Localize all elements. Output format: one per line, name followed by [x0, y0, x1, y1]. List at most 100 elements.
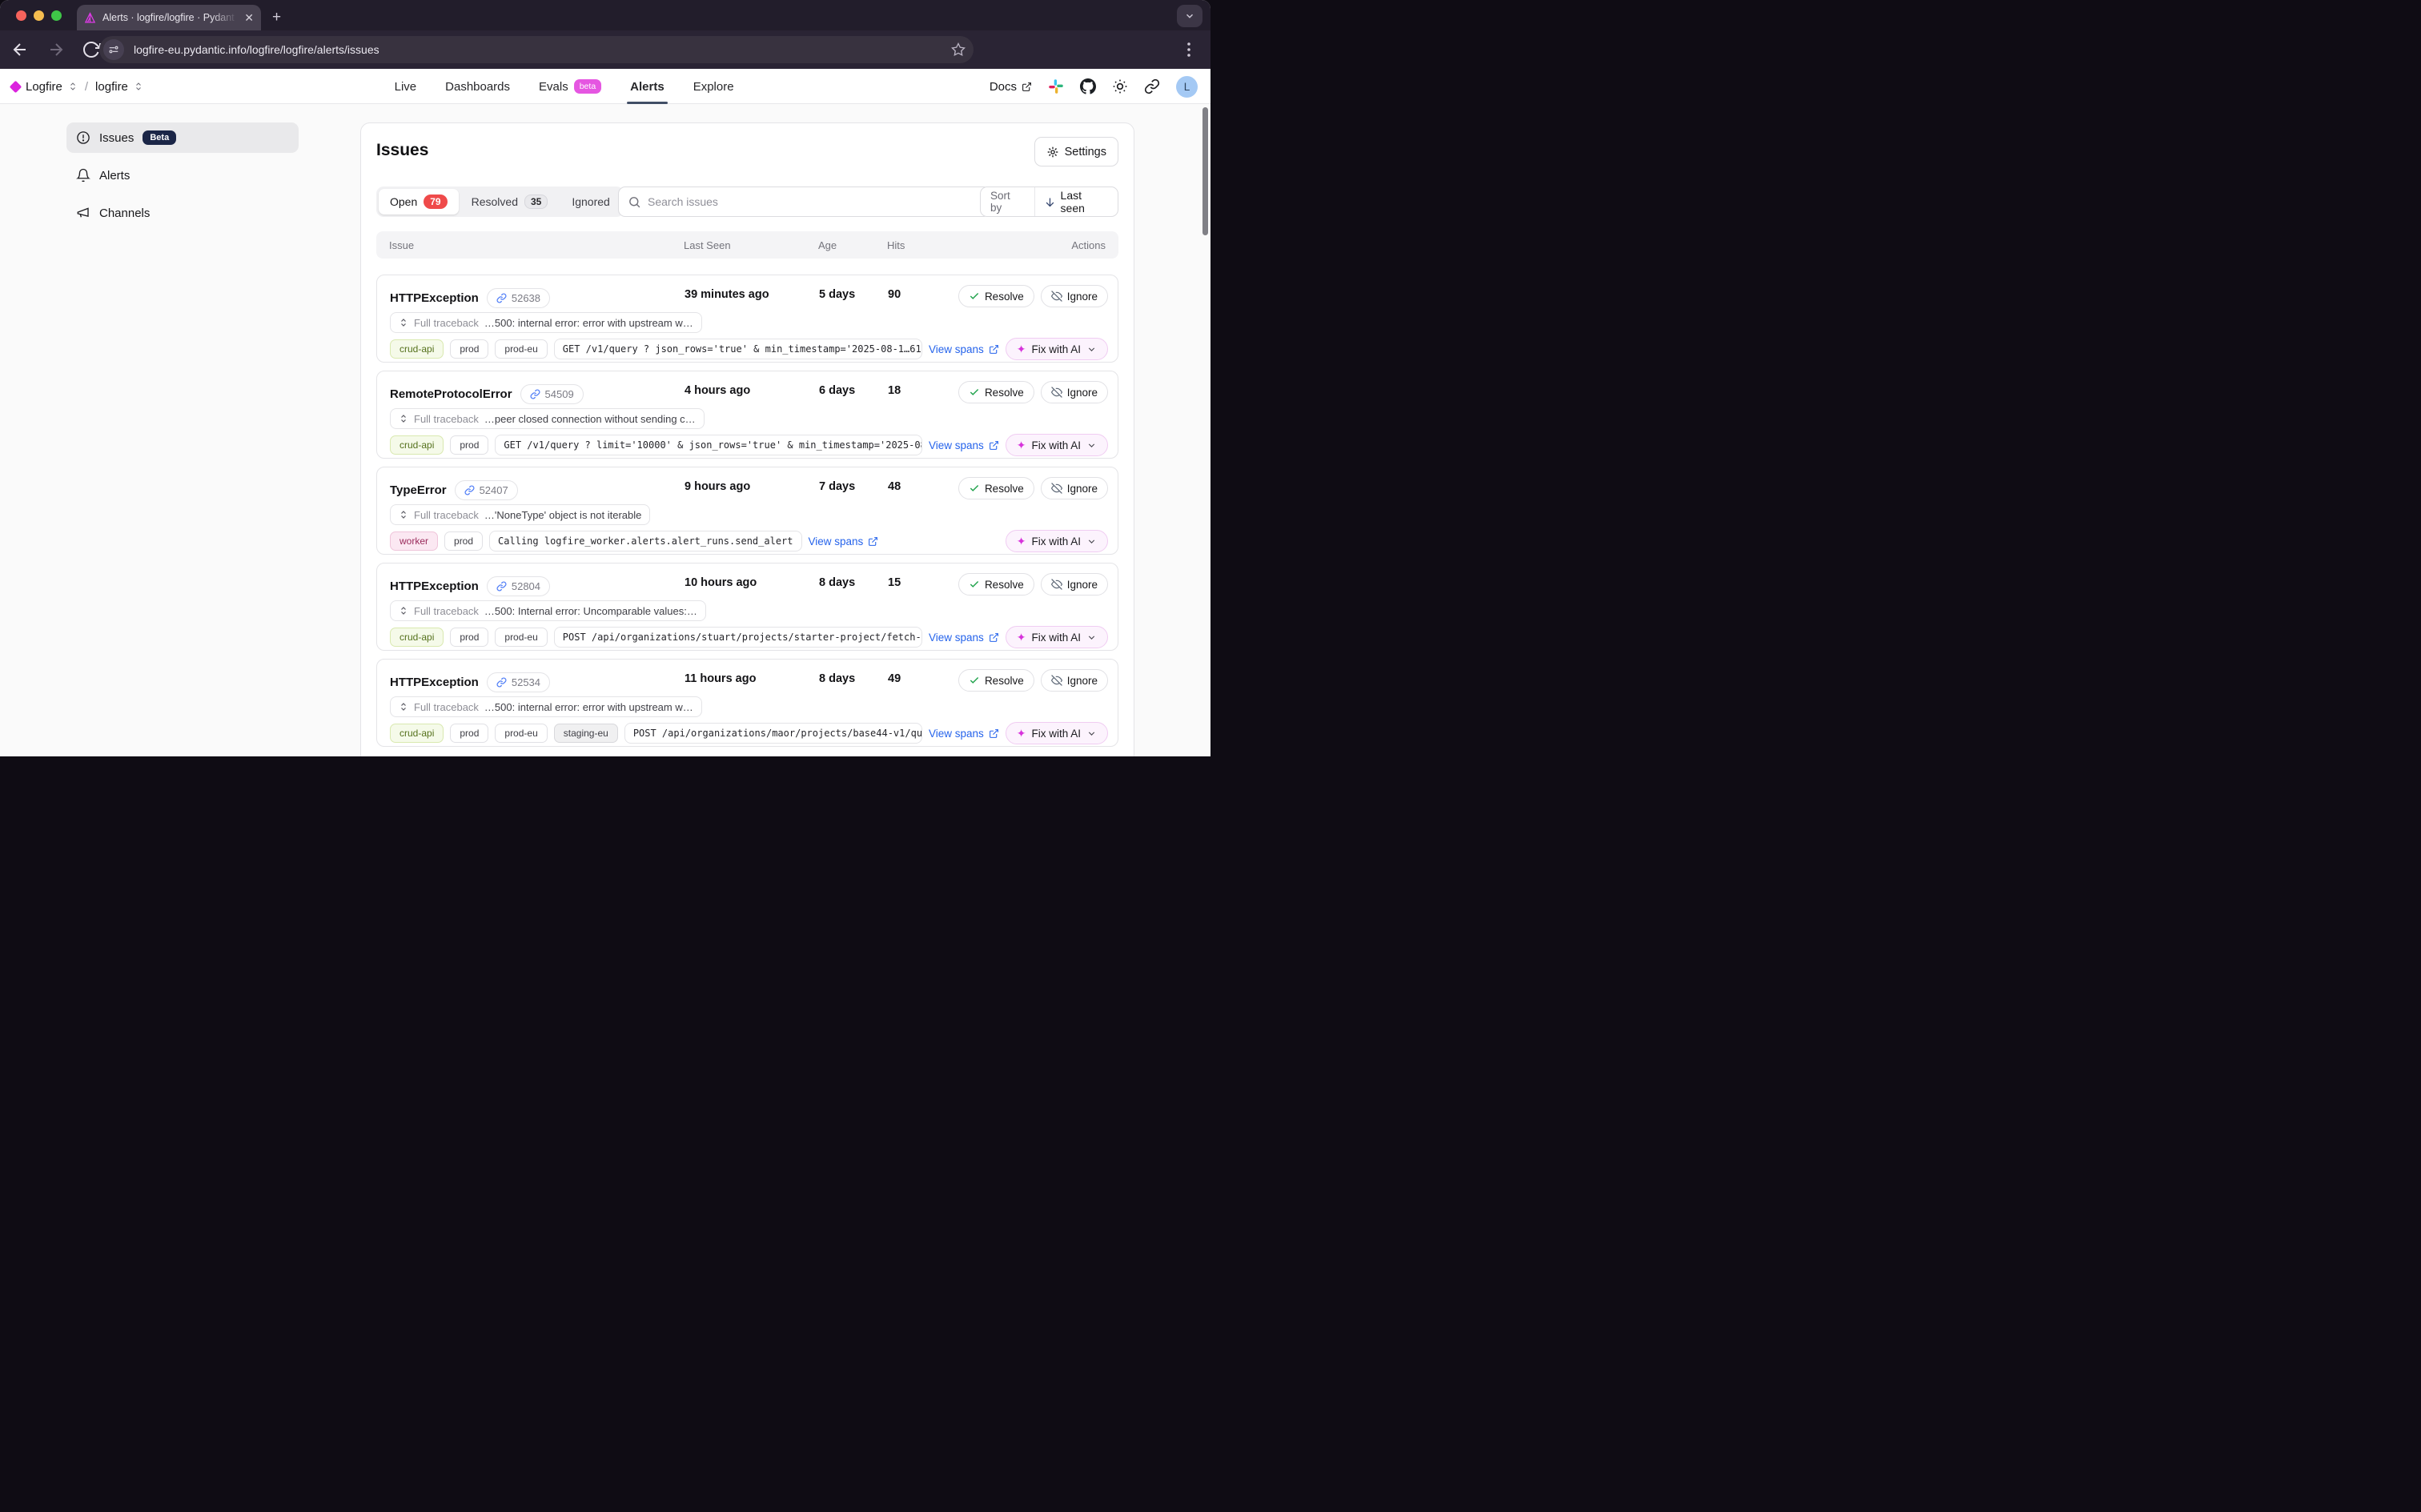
share-link-icon[interactable] [1144, 78, 1160, 94]
new-tab-button[interactable]: + [272, 7, 281, 28]
github-icon[interactable] [1080, 78, 1096, 94]
browser-tab[interactable]: Alerts · logfire/logfire · Pydant ✕ [77, 5, 261, 30]
resolve-button[interactable]: Resolve [958, 477, 1034, 499]
view-spans-link[interactable]: View spans [929, 439, 999, 451]
row-actions: Resolve Ignore [958, 573, 1108, 596]
tab-title: Alerts · logfire/logfire · Pydant [102, 12, 238, 23]
theme-toggle-icon[interactable] [1112, 78, 1128, 94]
back-icon[interactable] [10, 40, 30, 59]
url-text[interactable]: logfire-eu.pydantic.info/logfire/logfire… [134, 43, 951, 56]
age-value: 8 days [819, 576, 855, 589]
hits-value: 48 [888, 480, 901, 493]
traceback-pill[interactable]: Full traceback …500: internal error: err… [390, 312, 702, 333]
check-icon [969, 675, 980, 686]
sidebar-item-issues[interactable]: Issues Beta [66, 122, 299, 153]
issues-beta-badge: Beta [143, 130, 176, 145]
chevrons-up-down-icon[interactable] [134, 82, 143, 91]
fix-with-ai-button[interactable]: ✦Fix with AI [1006, 338, 1108, 360]
view-spans-link[interactable]: View spans [929, 728, 999, 740]
column-hits: Hits [887, 231, 905, 259]
issue-id-badge[interactable]: 52407 [455, 480, 518, 500]
page-content: Issues Beta Alerts Channels Issues Setti… [0, 104, 1210, 756]
forward-icon[interactable] [46, 40, 66, 59]
org-switcher[interactable]: Logfire [26, 80, 62, 94]
ignore-button[interactable]: Ignore [1041, 477, 1108, 499]
nav-item-dashboards[interactable]: Dashboards [445, 69, 510, 104]
tag-prod: prod [450, 435, 488, 455]
ignore-button[interactable]: Ignore [1041, 669, 1108, 692]
nav-item-evals[interactable]: Evalsbeta [539, 69, 601, 104]
resolve-button[interactable]: Resolve [958, 669, 1034, 692]
span-code: GET /v1/query ? limit='10000' & json_row… [495, 435, 922, 455]
tab-close-icon[interactable]: ✕ [244, 12, 254, 23]
address-bar[interactable]: logfire-eu.pydantic.info/logfire/logfire… [99, 36, 974, 63]
sidebar-item-channels[interactable]: Channels [66, 198, 299, 228]
issue-id-badge[interactable]: 52534 [487, 672, 550, 692]
site-settings-icon[interactable] [103, 39, 124, 60]
tag-prod-eu: prod-eu [495, 724, 547, 743]
issue-id-badge[interactable]: 54509 [520, 384, 584, 404]
browser-menu-icon[interactable] [1179, 40, 1198, 59]
row-actions: Resolve Ignore [958, 669, 1108, 692]
ignore-button[interactable]: Ignore [1041, 381, 1108, 403]
sidebar-item-label: Alerts [99, 169, 130, 182]
ignore-button[interactable]: Ignore [1041, 573, 1108, 596]
age-value: 5 days [819, 288, 855, 301]
search-icon [628, 195, 641, 209]
age-value: 6 days [819, 384, 855, 397]
sort-value-button[interactable]: Last seen [1035, 189, 1118, 215]
issue-meta-line: workerprod Calling logfire_worker.alerts… [390, 530, 1108, 552]
tab-ignored[interactable]: Ignored [560, 189, 620, 215]
ignore-button[interactable]: Ignore [1041, 285, 1108, 307]
scrollbar-thumb[interactable] [1202, 107, 1208, 235]
fix-with-ai-button[interactable]: ✦Fix with AI [1006, 434, 1108, 456]
view-spans-link[interactable]: View spans [929, 343, 999, 355]
column-last-seen: Last Seen [684, 231, 731, 259]
external-link-icon [989, 440, 999, 451]
issue-id-badge[interactable]: 52638 [487, 288, 550, 308]
traceback-label: Full traceback [414, 413, 479, 425]
last-seen-value: 11 hours ago [685, 672, 756, 685]
status-tabs: Open 79 Resolved 35 Ignored [376, 186, 624, 217]
table-header: Issue Last Seen Age Hits Actions [376, 231, 1118, 259]
view-spans-link[interactable]: View spans [809, 535, 879, 547]
project-switcher[interactable]: logfire [95, 80, 128, 94]
resolve-button[interactable]: Resolve [958, 573, 1034, 596]
traceback-pill[interactable]: Full traceback …500: Internal error: Unc… [390, 600, 706, 621]
zoom-window-button[interactable] [51, 10, 62, 21]
slack-icon[interactable] [1048, 78, 1064, 94]
tab-open[interactable]: Open 79 [379, 189, 459, 215]
nav-item-live[interactable]: Live [395, 69, 417, 104]
nav-item-alerts[interactable]: Alerts [630, 69, 664, 104]
sort-control[interactable]: Sort by Last seen [980, 186, 1118, 217]
view-spans-link[interactable]: View spans [929, 632, 999, 644]
tab-resolved[interactable]: Resolved 35 [460, 189, 560, 215]
search-input[interactable] [648, 195, 981, 208]
resolve-button[interactable]: Resolve [958, 381, 1034, 403]
traceback-pill[interactable]: Full traceback …'NoneType' object is not… [390, 504, 650, 525]
resolve-button[interactable]: Resolve [958, 285, 1034, 307]
fix-with-ai-button[interactable]: ✦Fix with AI [1006, 530, 1108, 552]
settings-button[interactable]: Settings [1034, 137, 1118, 166]
tag-crud-api: crud-api [390, 628, 444, 647]
tag-list: workerprod [390, 531, 483, 551]
reload-icon[interactable] [82, 40, 101, 59]
traceback-pill[interactable]: Full traceback …peer closed connection w… [390, 408, 705, 429]
minimize-window-button[interactable] [34, 10, 44, 21]
issue-name: HTTPException [390, 291, 479, 305]
last-seen-value: 9 hours ago [685, 480, 750, 493]
tab-overview-button[interactable] [1177, 5, 1202, 27]
issue-meta-line: crud-apiprodprod-eu GET /v1/query ? json… [390, 338, 1108, 360]
traceback-pill[interactable]: Full traceback …500: internal error: err… [390, 696, 702, 717]
fix-with-ai-button[interactable]: ✦Fix with AI [1006, 722, 1108, 744]
nav-item-explore[interactable]: Explore [693, 69, 734, 104]
bookmark-star-icon[interactable] [951, 42, 966, 57]
fix-with-ai-button[interactable]: ✦Fix with AI [1006, 626, 1108, 648]
sidebar-item-alerts[interactable]: Alerts [66, 160, 299, 191]
issue-id-badge[interactable]: 52804 [487, 576, 550, 596]
chevrons-up-down-icon[interactable] [68, 82, 78, 91]
close-window-button[interactable] [16, 10, 26, 21]
chevrons-up-down-icon [399, 318, 408, 327]
user-avatar[interactable]: L [1176, 76, 1198, 98]
docs-link[interactable]: Docs [990, 80, 1032, 94]
